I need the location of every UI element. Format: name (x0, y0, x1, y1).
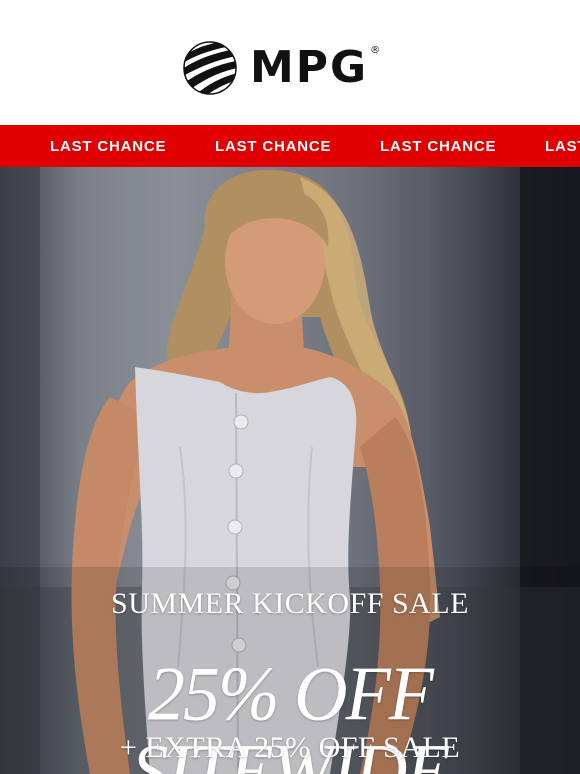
hero-subheadline: + EXTRA 25% OFF SALE (119, 731, 461, 764)
brand-name: MPG (250, 42, 369, 93)
hero-title: SUMMER KICKOFF SALE (111, 587, 469, 620)
striped-globe-icon (183, 41, 237, 95)
brand-logo-link[interactable]: MPG ® (182, 40, 380, 96)
ticker-item: LAST CHANCE (545, 138, 580, 155)
ticker-item: LAST CHANCE (50, 138, 167, 155)
hero-banner[interactable]: SUMMER KICKOFF SALE 25% OFF SITEWIDE + E… (0, 167, 580, 774)
ticker-item: LAST CHANCE (215, 138, 332, 155)
email-header: MPG ® (0, 0, 580, 125)
ticker-item: LAST CHANCE (380, 138, 497, 155)
last-chance-ticker[interactable]: LAST CHANCE LAST CHANCE LAST CHANCE LAST… (0, 125, 580, 167)
brand-wordmark: MPG ® (250, 46, 380, 90)
registered-mark: ® (370, 45, 383, 56)
